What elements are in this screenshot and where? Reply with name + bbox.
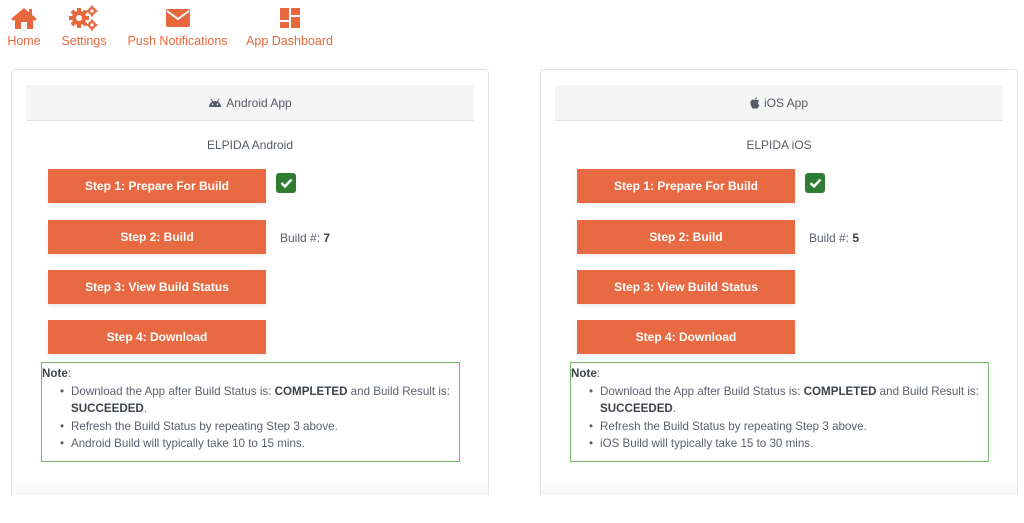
ios-step1-checkmark-icon (805, 173, 825, 193)
ios-step2-build-button[interactable]: Step 2: Build (577, 220, 795, 254)
note-status-completed: COMPLETED (803, 384, 877, 398)
cogs-icon (68, 5, 100, 31)
android-step1-prepare-button[interactable]: Step 1: Prepare For Build (48, 169, 266, 203)
android-step1-checkmark-icon (276, 173, 296, 193)
android-note-title: Note (42, 367, 68, 380)
note-status-completed: COMPLETED (274, 384, 348, 398)
note-text: Download the App after Build Status is: (71, 384, 275, 398)
ios-app-name: ELPIDA iOS (746, 138, 812, 152)
ios-step3-status-button[interactable]: Step 3: View Build Status (577, 270, 795, 304)
ios-step1-prepare-button[interactable]: Step 1: Prepare For Build (577, 169, 795, 203)
nav-push-label: Push Notifications (127, 34, 228, 48)
ios-build-number: Build #: 5 (809, 231, 859, 245)
note-text: Download the App after Build Status is: (600, 384, 804, 398)
ios-build-label: Build #: (809, 231, 850, 245)
android-card: Android App ELPIDA Android Step 1: Prepa… (11, 69, 489, 509)
android-build-number: Build #: 7 (280, 231, 330, 245)
envelope-icon (165, 5, 191, 31)
ios-note-title: Note (571, 367, 597, 380)
android-icon (208, 98, 222, 108)
android-header-title: Android App (226, 95, 292, 110)
dashboard-icon (279, 5, 301, 31)
ios-card-header: iOS App (555, 85, 1003, 121)
android-app-name: ELPIDA Android (206, 138, 294, 152)
note-colon: : (596, 367, 600, 380)
apple-icon (750, 96, 760, 109)
android-note-list: Download the App after Build Status is: … (60, 383, 459, 453)
nav-dashboard-label: App Dashboard (246, 34, 333, 48)
ios-build-value: 5 (852, 231, 860, 245)
android-note-item-2: Refresh the Build Status by repeating St… (60, 418, 459, 436)
note-result-succeeded: SUCCEEDED (71, 402, 144, 415)
ios-note-box: Note: Download the App after Build Statu… (570, 362, 989, 462)
android-step2-build-button[interactable]: Step 2: Build (48, 220, 266, 254)
ios-step4-download-button[interactable]: Step 4: Download (577, 320, 795, 354)
note-text: and Build Result is: (876, 384, 979, 398)
android-card-header: Android App (26, 85, 474, 121)
note-result-succeeded: SUCCEEDED (600, 402, 673, 415)
nav-app-dashboard[interactable]: App Dashboard (246, 5, 333, 48)
ios-note-item-1: Download the App after Build Status is: … (589, 383, 988, 418)
nav-home-label: Home (7, 34, 41, 48)
ios-note-list: Download the App after Build Status is: … (589, 383, 988, 453)
note-colon: : (67, 367, 71, 380)
ios-card: iOS App ELPIDA iOS Step 1: Prepare For B… (540, 69, 1018, 509)
android-note-item-3: Android Build will typically take 10 to … (60, 435, 459, 453)
ios-note-item-2: Refresh the Build Status by repeating St… (589, 418, 988, 436)
android-note-item-1: Download the App after Build Status is: … (60, 383, 459, 418)
nav-push-notifications[interactable]: Push Notifications (127, 5, 228, 48)
android-note-box: Note: Download the App after Build Statu… (41, 362, 460, 462)
home-icon (10, 5, 38, 31)
note-text: . (143, 402, 148, 415)
android-build-value: 7 (323, 231, 331, 245)
ios-note-item-3: iOS Build will typically take 15 to 30 m… (589, 435, 988, 453)
nav-settings[interactable]: Settings (61, 5, 107, 48)
page-bottom-area (0, 495, 1024, 523)
android-build-label: Build #: (280, 231, 321, 245)
android-step3-status-button[interactable]: Step 3: View Build Status (48, 270, 266, 304)
ios-header-title: iOS App (763, 95, 809, 110)
nav-home[interactable]: Home (7, 5, 41, 48)
nav-settings-label: Settings (61, 34, 107, 48)
note-text: and Build Result is: (347, 384, 450, 398)
note-text: . (672, 402, 677, 415)
android-step4-download-button[interactable]: Step 4: Download (48, 320, 266, 354)
